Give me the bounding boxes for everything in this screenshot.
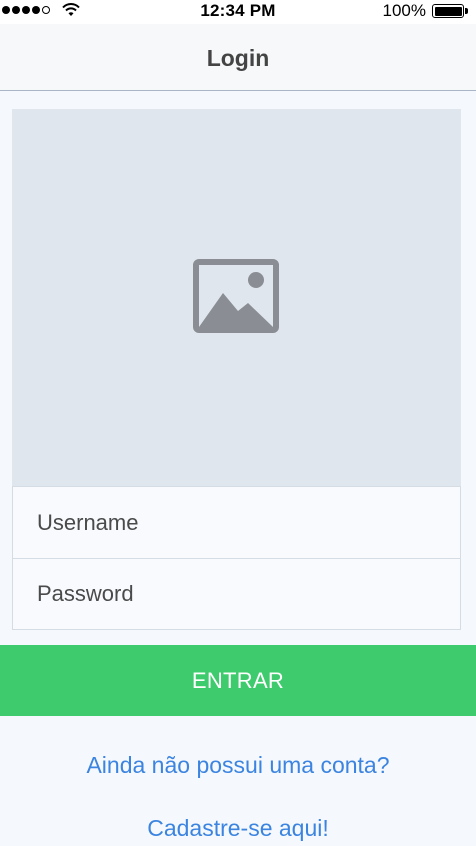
no-account-link[interactable]: Ainda não possui uma conta?	[0, 752, 476, 779]
login-button[interactable]: ENTRAR	[0, 645, 476, 716]
password-input[interactable]	[13, 558, 460, 629]
register-link[interactable]: Cadastre-se aqui!	[0, 815, 476, 842]
username-row	[13, 487, 460, 559]
page-title: Login	[206, 45, 270, 71]
navigation-bar: Login	[0, 24, 476, 91]
login-screen: 12:34 PM 100% Login ENTRAR Ainda não pos…	[0, 0, 476, 846]
image-placeholder	[12, 109, 461, 486]
password-row	[13, 558, 460, 629]
username-input[interactable]	[13, 487, 460, 558]
login-form	[12, 486, 461, 630]
status-bar: 12:34 PM 100%	[0, 0, 476, 24]
image-icon	[193, 259, 279, 333]
battery-percentage: 100%	[382, 1, 426, 20]
battery-icon	[432, 4, 470, 18]
